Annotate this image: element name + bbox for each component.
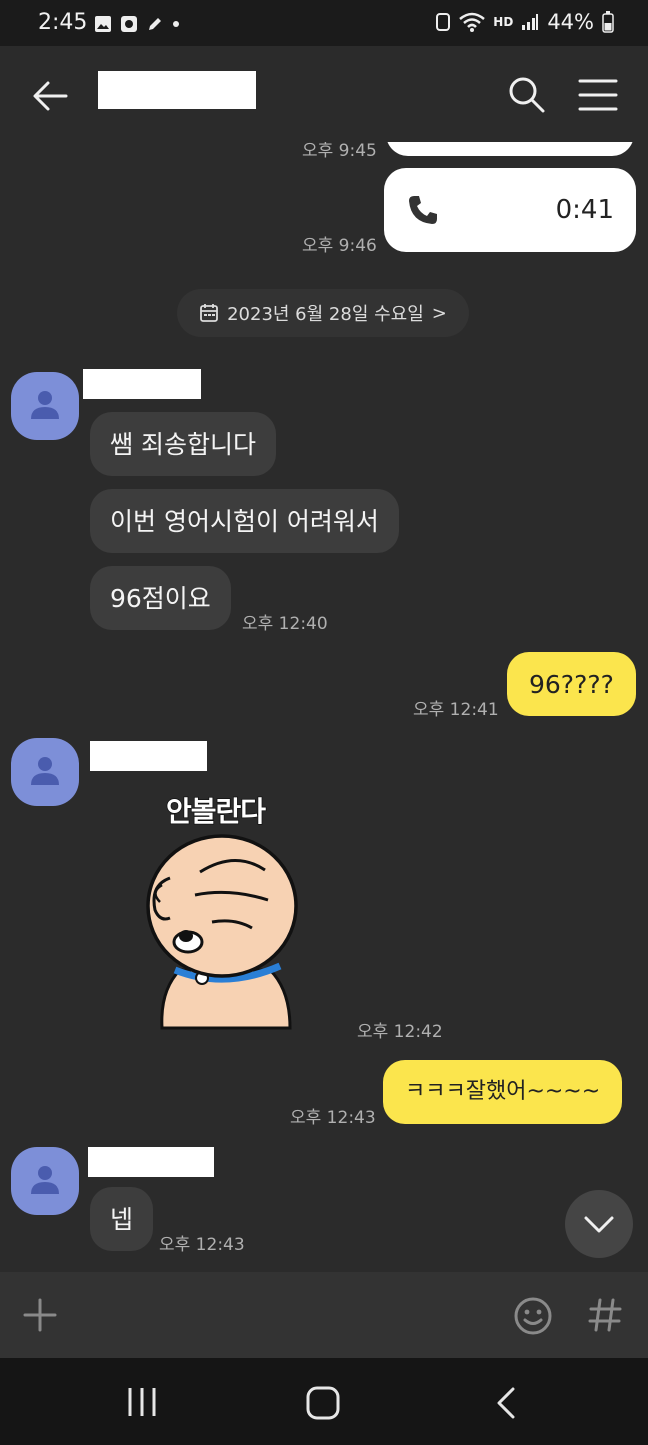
home-icon[interactable] <box>306 1386 340 1420</box>
battery-percent: 44% <box>547 10 594 34</box>
chevron-right-icon: > <box>431 302 447 324</box>
message-timestamp: 오후 12:43 <box>290 1108 376 1128</box>
message-text: 쌤 죄송합니다 <box>110 429 256 459</box>
signal-icon <box>522 14 539 30</box>
message-text: 이번 영어시험이 어려워서 <box>110 506 379 536</box>
calendar-icon <box>200 304 218 322</box>
message-input-bar <box>0 1272 648 1358</box>
message-timestamp: 오후 9:45 <box>302 142 377 161</box>
chevron-down-icon <box>584 1216 614 1233</box>
bald-character-sticker <box>146 834 298 1030</box>
previous-message-bubble[interactable] <box>386 142 634 156</box>
date-label: 2023년 6월 28일 수요일 <box>227 304 424 325</box>
outgoing-message-bubble[interactable]: 96???? <box>507 652 636 716</box>
system-navigation-bar <box>0 1358 648 1445</box>
avatar[interactable] <box>11 372 79 440</box>
status-time: 2:45 <box>38 10 88 35</box>
message-text: 96???? <box>529 669 614 699</box>
message-timestamp: 오후 12:42 <box>357 1022 443 1042</box>
person-icon <box>31 391 59 419</box>
hd-voice-label: HD <box>493 15 514 29</box>
call-duration: 0:41 <box>555 195 614 225</box>
message-timestamp: 오후 12:43 <box>159 1235 245 1255</box>
hash-icon[interactable] <box>588 1297 622 1333</box>
message-timestamp: 오후 12:41 <box>413 700 499 720</box>
sticker-caption: 안볼란다 <box>165 794 267 829</box>
message-text: 96점이요 <box>110 583 211 613</box>
incoming-message-bubble[interactable]: 이번 영어시험이 어려워서 <box>90 489 399 553</box>
message-text: 넵 <box>110 1204 134 1234</box>
outgoing-message-bubble[interactable]: ㅋㅋㅋ잘했어~~~~ <box>383 1060 623 1124</box>
status-right: HD 44% <box>435 10 614 34</box>
message-text: ㅋㅋㅋ잘했어~~~~ <box>405 1079 601 1104</box>
emoji-icon[interactable] <box>513 1296 553 1336</box>
phone-icon <box>409 196 437 224</box>
sender-name-redacted <box>90 741 207 771</box>
search-icon[interactable] <box>506 74 546 114</box>
status-bar: 2:45 HD 44% <box>0 0 648 46</box>
sender-name-redacted <box>83 369 201 399</box>
chat-message-list[interactable]: 오후 9:45 0:41 오후 9:46 2023년 6월 28일 수요일 > … <box>0 142 648 1272</box>
person-icon <box>31 1166 59 1194</box>
chat-header <box>0 46 648 142</box>
call-message-bubble[interactable]: 0:41 <box>384 168 636 252</box>
app-notification-icon <box>121 16 137 32</box>
menu-icon[interactable] <box>578 78 618 112</box>
status-notification-icons <box>94 15 180 33</box>
gallery-icon <box>95 16 111 32</box>
incoming-message-bubble[interactable]: 96점이요 <box>90 566 231 630</box>
plus-icon[interactable] <box>22 1297 58 1333</box>
dot-icon <box>173 21 179 27</box>
date-divider[interactable]: 2023년 6월 28일 수요일 > <box>177 289 469 337</box>
wifi-icon <box>459 12 486 32</box>
message-timestamp: 오후 12:40 <box>242 614 328 634</box>
back-icon[interactable] <box>494 1386 518 1420</box>
sticker-message[interactable]: 안볼란다 <box>140 782 310 1030</box>
recent-apps-icon[interactable] <box>126 1386 158 1418</box>
incoming-message-bubble[interactable]: 넵 <box>90 1187 154 1251</box>
back-arrow-icon[interactable] <box>30 76 70 116</box>
incoming-message-bubble[interactable]: 쌤 죄송합니다 <box>90 412 276 476</box>
battery-icon <box>602 11 614 33</box>
message-timestamp: 오후 9:46 <box>302 236 377 256</box>
chat-title-redacted <box>98 71 256 109</box>
avatar[interactable] <box>11 1147 79 1215</box>
scroll-to-bottom-button[interactable] <box>565 1190 633 1258</box>
person-icon <box>31 757 59 785</box>
data-saver-icon <box>436 13 451 31</box>
avatar[interactable] <box>11 738 79 806</box>
sender-name-redacted <box>88 1147 214 1177</box>
edit-notification-icon <box>149 18 161 30</box>
